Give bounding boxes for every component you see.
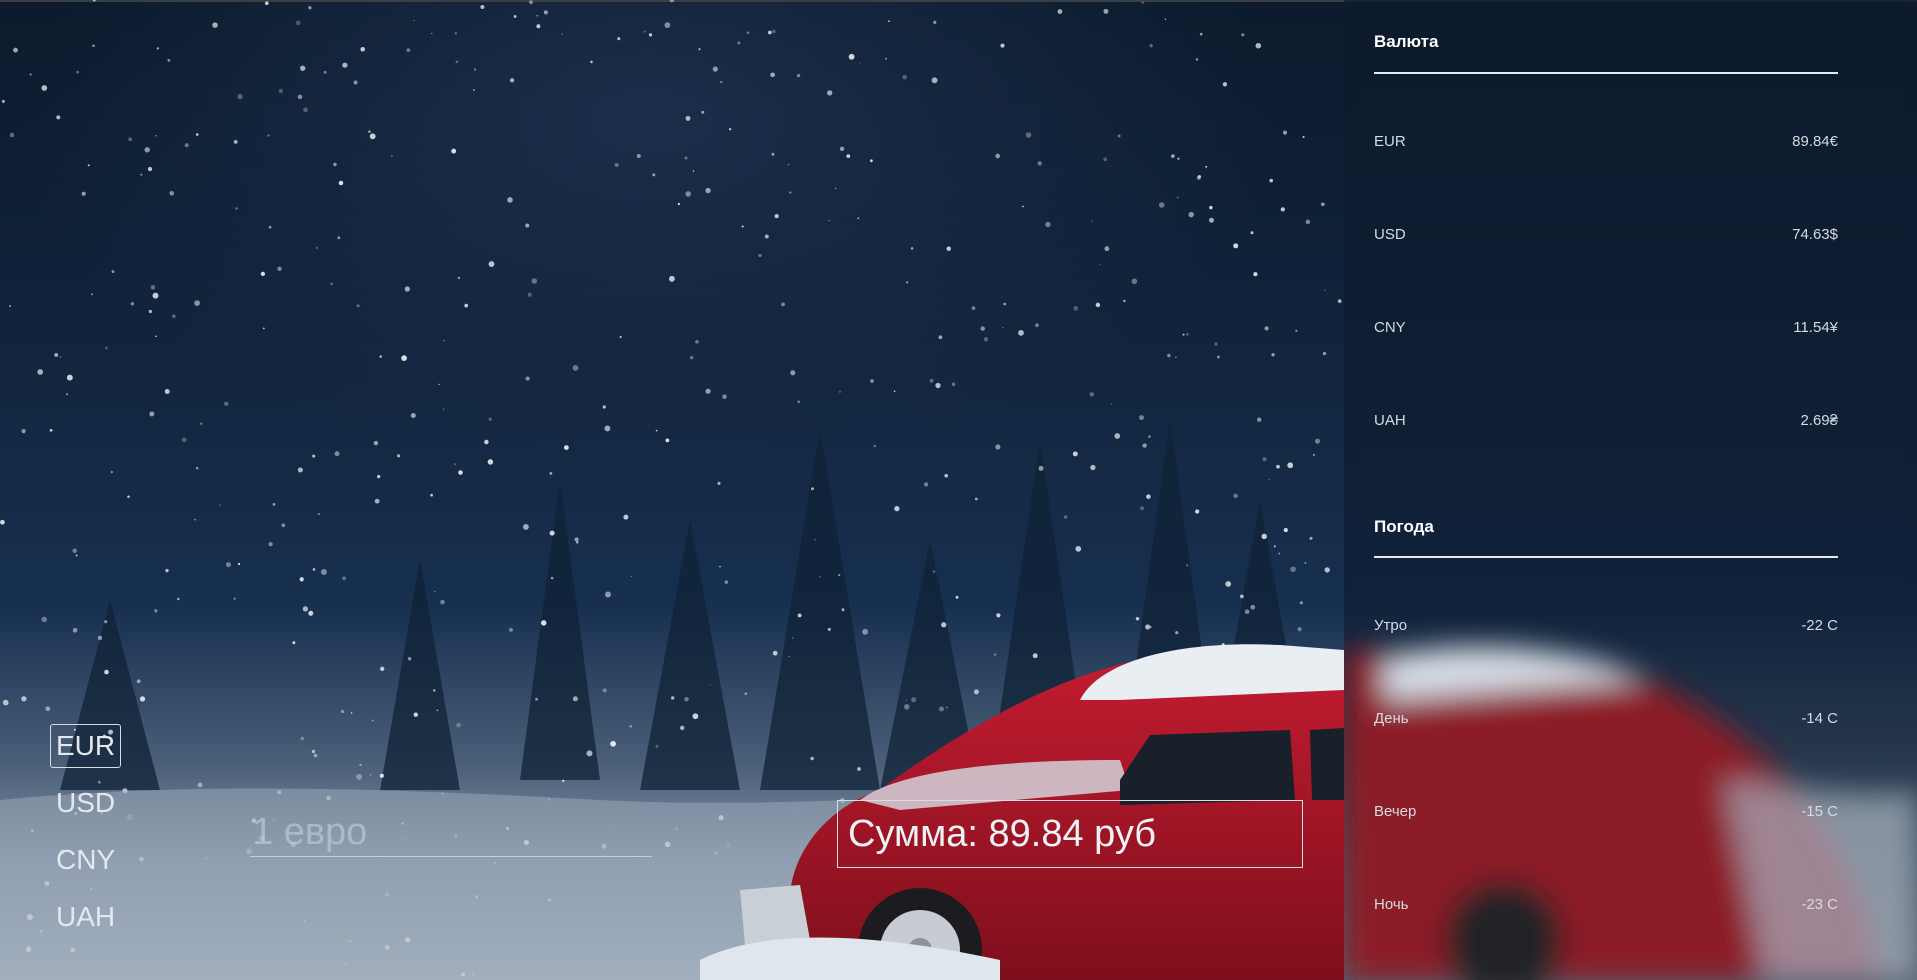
background-photo: Валюта EUR 89.84€ USD 74.63$ CNY 11.54¥ … <box>0 0 1917 980</box>
currency-option-usd[interactable]: USD <box>50 781 121 825</box>
weather-label: Вечер <box>1374 802 1417 820</box>
rate-value: 11.54¥ <box>1793 318 1838 336</box>
currency-section-divider <box>1374 72 1838 74</box>
currency-option-uah[interactable]: UAH <box>50 895 121 939</box>
rate-value: 89.84€ <box>1792 132 1838 150</box>
rate-code: EUR <box>1374 132 1406 150</box>
weather-section-divider <box>1374 556 1838 558</box>
rate-code: USD <box>1374 225 1406 243</box>
rate-value: 74.63$ <box>1792 225 1838 243</box>
info-sidebar: Валюта EUR 89.84€ USD 74.63$ CNY 11.54¥ … <box>1344 0 1917 980</box>
weather-value: -14 C <box>1801 709 1838 727</box>
rate-row-cny: CNY 11.54¥ <box>1374 315 1838 339</box>
rate-row-eur: EUR 89.84€ <box>1374 129 1838 153</box>
rate-value: 2.69₴ <box>1800 411 1838 429</box>
weather-row-night: Ночь -23 C <box>1374 892 1838 916</box>
rate-code: CNY <box>1374 318 1406 336</box>
conversion-result: Сумма: 89.84 руб <box>837 800 1303 868</box>
weather-row-evening: Вечер -15 C <box>1374 799 1838 823</box>
weather-value: -15 C <box>1801 802 1838 820</box>
currency-option-eur[interactable]: EUR <box>50 724 122 768</box>
weather-row-morning: Утро -22 C <box>1374 613 1838 637</box>
weather-label: Ночь <box>1374 895 1409 913</box>
currency-section-title: Валюта <box>1374 32 1439 51</box>
weather-value: -23 C <box>1801 895 1838 913</box>
weather-label: Утро <box>1374 616 1408 634</box>
rate-row-uah: UAH 2.69₴ <box>1374 408 1838 432</box>
rate-row-usd: USD 74.63$ <box>1374 222 1838 246</box>
amount-input[interactable] <box>250 808 652 857</box>
weather-label: День <box>1374 709 1409 727</box>
rate-code: UAH <box>1374 411 1406 429</box>
weather-row-day: День -14 C <box>1374 706 1838 730</box>
currency-option-cny[interactable]: CNY <box>50 838 121 882</box>
weather-value: -22 C <box>1801 616 1838 634</box>
weather-section-title: Погода <box>1374 517 1434 536</box>
